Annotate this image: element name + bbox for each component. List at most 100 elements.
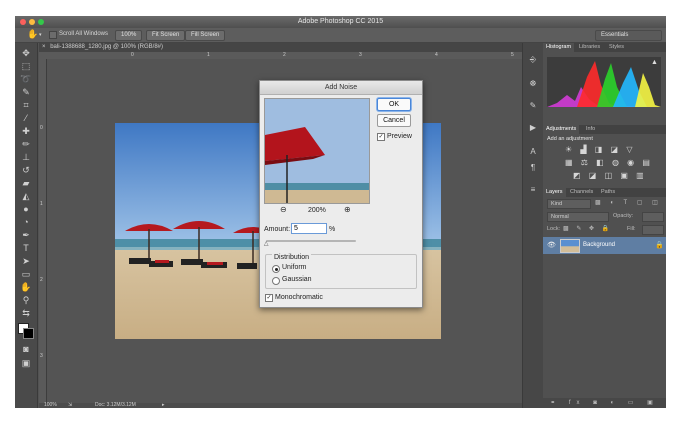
- properties-panel-icon[interactable]: ☸: [528, 79, 538, 89]
- history-brush-tool-icon[interactable]: ↺: [20, 164, 32, 176]
- marquee-tool-icon[interactable]: ⬚: [20, 60, 32, 72]
- adjustment-icons-row-1[interactable]: ☀ ▟ ◨ ◪ ▽: [565, 145, 635, 154]
- tab-layers[interactable]: Layers: [543, 188, 566, 197]
- layer-comps-panel-icon[interactable]: ≡: [528, 185, 538, 195]
- preview-checkbox[interactable]: ✓: [377, 133, 385, 141]
- character-panel-icon[interactable]: A: [528, 147, 538, 157]
- fit-screen-button[interactable]: Fit Screen: [146, 30, 186, 41]
- scroll-all-windows-checkbox[interactable]: [49, 31, 57, 39]
- background-color-swatch[interactable]: [23, 328, 34, 339]
- eyedropper-tool-icon[interactable]: ⁄: [20, 112, 32, 124]
- tab-styles[interactable]: Styles: [606, 43, 627, 52]
- brush-tool-icon[interactable]: ✏: [20, 138, 32, 150]
- rectangle-tool-icon[interactable]: ▭: [20, 268, 32, 280]
- actions-panel-icon[interactable]: ▶: [528, 123, 538, 133]
- path-selection-tool-icon[interactable]: ➤: [20, 255, 32, 267]
- quick-mask-icon[interactable]: ◙: [20, 343, 32, 355]
- lock-label: Lock:: [547, 226, 561, 232]
- zoom-in-icon[interactable]: ⊕: [344, 205, 351, 214]
- zoom-tool-icon[interactable]: ⚲: [20, 294, 32, 306]
- layer-filter-icons[interactable]: ▩ ◐ T ▢ ◫: [595, 199, 662, 206]
- type-tool-icon[interactable]: T: [20, 242, 32, 254]
- brush-panel-icon[interactable]: ✎: [528, 101, 538, 111]
- zoom-window-button[interactable]: [38, 19, 44, 25]
- quick-selection-tool-icon[interactable]: ✎: [20, 86, 32, 98]
- tab-info[interactable]: Info: [583, 125, 598, 134]
- close-window-button[interactable]: [20, 19, 26, 25]
- lock-icon: 🔒: [655, 242, 664, 249]
- tab-adjustments[interactable]: Adjustments: [543, 125, 580, 134]
- screen-mode-icon[interactable]: ▣: [20, 357, 32, 369]
- zoom-100-button[interactable]: 100%: [115, 30, 143, 41]
- ruler-tick: 5: [511, 52, 514, 58]
- layer-row-background[interactable]: 👁 Background 🔒: [543, 237, 666, 254]
- monochromatic-checkbox[interactable]: ✓: [265, 294, 273, 302]
- dodge-tool-icon[interactable]: ◔: [20, 216, 32, 228]
- healing-brush-tool-icon[interactable]: ✚: [20, 125, 32, 137]
- pen-tool-icon[interactable]: ✒: [20, 229, 32, 241]
- distribution-group: Distribution Uniform Gaussian: [265, 254, 417, 289]
- uniform-label: Uniform: [282, 264, 307, 271]
- close-tab-icon[interactable]: ×: [42, 44, 46, 50]
- fill-field[interactable]: [642, 225, 664, 235]
- export-icon[interactable]: ⇲: [68, 403, 72, 408]
- workspace-switcher[interactable]: Essentials: [595, 30, 662, 41]
- crop-tool-icon[interactable]: ⌗: [20, 99, 32, 111]
- layer-filter-kind[interactable]: Kind: [547, 199, 591, 209]
- hand-tool-icon[interactable]: ✋: [20, 281, 32, 293]
- swap-colors-icon[interactable]: ⇆: [20, 307, 32, 319]
- lasso-tool-icon[interactable]: ➰: [20, 73, 32, 85]
- minimize-window-button[interactable]: [29, 19, 35, 25]
- tab-libraries[interactable]: Libraries: [576, 43, 603, 52]
- amount-input[interactable]: [291, 223, 327, 234]
- ruler-tick: 0: [131, 52, 134, 58]
- eraser-tool-icon[interactable]: ▰: [20, 177, 32, 189]
- adjustments-heading: Add an adjustment: [547, 136, 593, 142]
- ruler-tick: 3: [40, 353, 43, 359]
- ruler-tick: 1: [207, 52, 210, 58]
- panel-icon-strip: ⎆ ☸ ✎ ▶ A ¶ ≡: [522, 43, 543, 408]
- options-bar: ✋ ▾ Scroll All Windows 100% Fit Screen F…: [15, 28, 666, 43]
- amount-label: Amount:: [264, 226, 291, 233]
- status-doc-size: Doc: 3.12M/3.12M: [95, 402, 136, 408]
- tab-channels[interactable]: Channels: [567, 188, 596, 197]
- adjustments-panel-tabs: Adjustments Info: [543, 125, 666, 134]
- fill-screen-button[interactable]: Fill Screen: [185, 30, 226, 41]
- move-tool-icon[interactable]: ✥: [20, 47, 32, 59]
- cancel-button[interactable]: Cancel: [377, 114, 411, 127]
- blend-mode-select[interactable]: Normal: [547, 212, 609, 222]
- adjustment-icons-row-3[interactable]: ◩ ◪ ◫ ▣ ▥: [573, 171, 647, 180]
- ruler-tick: 1: [40, 201, 43, 207]
- visibility-eye-icon[interactable]: 👁: [547, 241, 556, 249]
- lock-icons[interactable]: ▩ ✎ ✥ 🔒: [563, 225, 612, 232]
- layers-footer-buttons[interactable]: ⚭ fx ◙ ◐ ▭ ▣ 🗑: [543, 398, 666, 408]
- opacity-field[interactable]: [642, 212, 664, 222]
- zoom-out-icon[interactable]: ⊖: [280, 205, 287, 214]
- noise-preview[interactable]: [264, 98, 370, 204]
- paint-bucket-tool-icon[interactable]: ◭: [20, 190, 32, 202]
- uniform-radio[interactable]: [272, 265, 280, 273]
- history-panel-icon[interactable]: ⎆: [528, 55, 538, 65]
- hand-tool-icon: ✋: [27, 29, 39, 39]
- tab-paths[interactable]: Paths: [598, 188, 618, 197]
- amount-slider-thumb[interactable]: △: [264, 241, 269, 247]
- ok-button[interactable]: OK: [377, 98, 411, 111]
- gaussian-radio[interactable]: [272, 277, 280, 285]
- status-zoom[interactable]: 100%: [44, 403, 57, 408]
- right-panels: Histogram Libraries Styles ▲ Adjustments…: [543, 43, 666, 408]
- paragraph-panel-icon[interactable]: ¶: [528, 163, 538, 173]
- dialog-title: Add Noise: [260, 81, 422, 95]
- ruler-tick: 4: [435, 52, 438, 58]
- blur-tool-icon[interactable]: ●: [20, 203, 32, 215]
- layers-panel-tabs: Layers Channels Paths: [543, 188, 666, 197]
- adjustment-icons-row-2[interactable]: ▦ ⚖ ◧ ◍ ◉ ▤: [565, 158, 653, 167]
- clone-stamp-tool-icon[interactable]: ⊥: [20, 151, 32, 163]
- status-menu-arrow-icon[interactable]: ▸: [162, 403, 165, 408]
- tool-preset-chevron-icon[interactable]: ▾: [39, 32, 42, 38]
- histogram-panel-tabs: Histogram Libraries Styles: [543, 43, 666, 52]
- add-noise-dialog: Add Noise ⊖ 200% ⊕ OK Cancel ✓ Preview A…: [259, 80, 423, 308]
- document-tab[interactable]: × bali-1388688_1280.jpg @ 100% (RGB/8#): [39, 43, 537, 52]
- preview-zoom-level: 200%: [308, 207, 326, 214]
- amount-slider-track[interactable]: △: [264, 240, 356, 247]
- tab-histogram[interactable]: Histogram: [543, 43, 575, 52]
